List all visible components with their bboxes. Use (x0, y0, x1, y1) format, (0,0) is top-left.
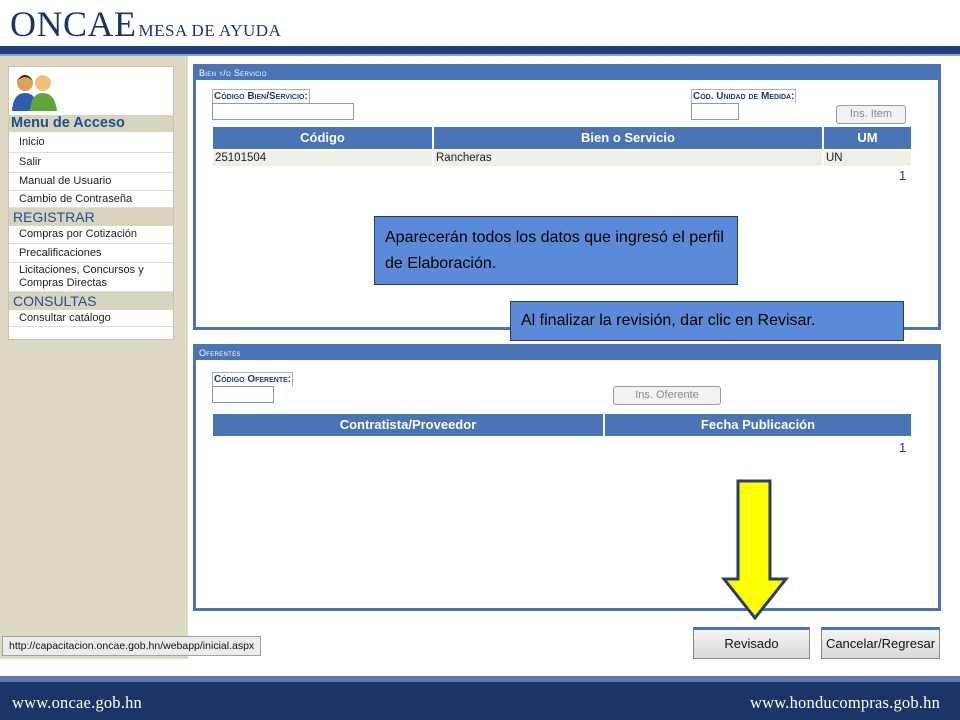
column-header-fecha-publicacion: Fecha Publicación (605, 414, 911, 436)
footer-link-oncae[interactable]: www.oncae.gob.hn (12, 693, 142, 713)
page-link[interactable]: 1 (899, 168, 906, 183)
arrow-down-icon (721, 479, 789, 621)
column-header-contratista: Contratista/Proveedor (213, 414, 603, 436)
oferentes-title: Oferentes (196, 347, 938, 360)
codigo-bien-input[interactable] (212, 103, 354, 120)
column-header-um: UM (824, 127, 911, 149)
codigo-oferente-input[interactable] (212, 386, 274, 403)
bien-servicio-title: Bien y/o Servicio (196, 67, 938, 80)
sidebar-item-salir[interactable]: Salir (9, 153, 173, 173)
footer-accent-bar (0, 676, 960, 682)
status-bar-url: http://capacitacion.oncae.gob.hn/webapp/… (2, 636, 262, 656)
page-link[interactable]: 1 (899, 440, 906, 455)
cancelar-regresar-button[interactable]: Cancelar/Regresar (821, 627, 940, 659)
insert-item-button[interactable]: Ins. Item (836, 105, 906, 124)
menu-title: Menu de Acceso (9, 115, 173, 132)
insert-oferente-button[interactable]: Ins. Oferente (613, 386, 721, 405)
section-registrar-heading: REGISTRAR (9, 208, 173, 226)
column-header-codigo: Código (213, 127, 432, 149)
header: ONCAE MESA DE AYUDA (0, 0, 960, 46)
sidebar-item-consultar-catalogo[interactable]: Consultar catálogo (9, 310, 173, 327)
column-header-bien-servicio: Bien o Servicio (434, 127, 822, 149)
cell-um: UN (824, 151, 911, 166)
sidebar-item-cambio-contrasena[interactable]: Cambio de Contraseña (9, 191, 173, 208)
section-consultas-heading: CONSULTAS (9, 292, 173, 310)
sidebar-item-compras-cotizacion[interactable]: Compras por Cotización (9, 226, 173, 244)
unidad-medida-label: Cód. Unidad de Medida: (691, 89, 797, 103)
codigo-bien-label: Código Bien/Servicio: (212, 89, 310, 103)
footer-link-honducompras[interactable]: www.honducompras.gob.hn (750, 693, 940, 713)
sidebar-item-manual[interactable]: Manual de Usuario (9, 173, 173, 191)
codigo-oferente-label: Código Oferente: (212, 372, 294, 386)
sidebar-item-precalificaciones[interactable]: Precalificaciones (9, 244, 173, 263)
users-icon (12, 75, 57, 111)
callout-datos-elaboracion: Aparecerán todos los datos que ingresó e… (374, 216, 738, 285)
unidad-medida-input[interactable] (691, 103, 739, 120)
callout-revisar: Al finalizar la revisión, dar clic en Re… (510, 301, 904, 341)
revisado-button[interactable]: Revisado (693, 627, 810, 659)
bien-servicio-panel: Bien y/o Servicio Código Bien/Servicio: … (193, 64, 941, 330)
sidebar-item-licitaciones[interactable]: Licitaciones, Concursos y Compras Direct… (9, 263, 173, 292)
oferentes-panel: Oferentes Código Oferente: Ins. Oferente… (193, 344, 941, 611)
sidebar-menu: Menu de Acceso Inicio Salir Manual de Us… (8, 66, 174, 340)
header-bar (0, 46, 960, 54)
brand-logo: ONCAE MESA DE AYUDA (10, 3, 281, 45)
cell-bien: Rancheras (434, 151, 822, 166)
sidebar-item-inicio[interactable]: Inicio (9, 133, 173, 153)
brand-main: ONCAE (10, 4, 137, 44)
brand-sub: MESA DE AYUDA (138, 21, 282, 40)
cell-codigo: 25101504 (213, 151, 432, 166)
